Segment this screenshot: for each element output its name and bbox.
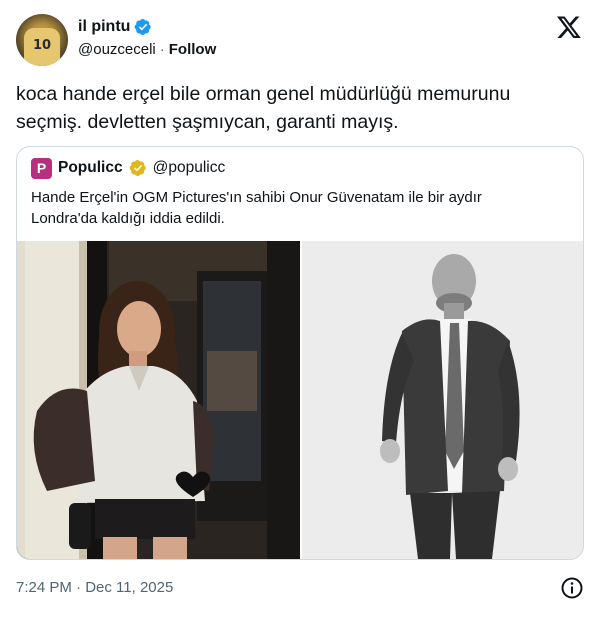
man-photo-illustration	[302, 241, 583, 559]
quoted-author-avatar: P	[31, 157, 52, 179]
tweet-text: koca hande erçel bile orman genel müdürl…	[16, 80, 584, 136]
author-display-name[interactable]: il pintu	[78, 18, 130, 36]
tweet-footer: 7:24 PM · Dec 11, 2025	[16, 576, 584, 600]
tweet-header: 10 il pintu @ouzceceli · Follow	[16, 12, 584, 68]
separator-dot: ·	[159, 41, 165, 58]
x-logo-icon[interactable]	[556, 14, 582, 40]
woman-photo-illustration	[17, 241, 300, 559]
quoted-text-line: Hande Erçel'in OGM Pictures'ın sahibi On…	[31, 189, 482, 206]
author-avatar[interactable]: 10	[16, 14, 68, 66]
avatar-jersey-number: 10	[32, 38, 52, 53]
author-handle-row: @ouzceceli · Follow	[78, 41, 216, 58]
author-handle[interactable]: @ouzceceli	[78, 41, 156, 58]
author-name-row: il pintu	[78, 18, 152, 36]
verified-badge-icon	[135, 18, 152, 36]
quoted-tweet-card[interactable]: P Populicc @populicc Hande Erçel'in OGM …	[16, 146, 584, 560]
media-photo-left[interactable]	[17, 241, 300, 559]
quoted-author-display-name: Populicc	[58, 159, 123, 176]
quoted-author-handle: @populicc	[152, 159, 226, 176]
follow-button[interactable]: Follow	[169, 41, 217, 58]
tweet-timestamp[interactable]: 7:24 PM · Dec 11, 2025	[16, 579, 173, 596]
quoted-tweet-text: Hande Erçel'in OGM Pictures'ın sahibi On…	[31, 187, 571, 229]
tweet-text-line: seçmiş. devletten şaşmıycan, garanti may…	[16, 111, 399, 133]
info-icon[interactable]	[560, 576, 584, 600]
media-photo-right[interactable]	[302, 241, 583, 559]
tweet-text-line: koca hande erçel bile orman genel müdürl…	[16, 83, 511, 105]
quoted-media-grid	[17, 241, 583, 559]
quoted-tweet-header: P Populicc @populicc	[31, 157, 225, 179]
quoted-text-line: Londra'da kaldığı iddia edildi.	[31, 210, 225, 227]
verified-badge-icon	[129, 159, 146, 177]
